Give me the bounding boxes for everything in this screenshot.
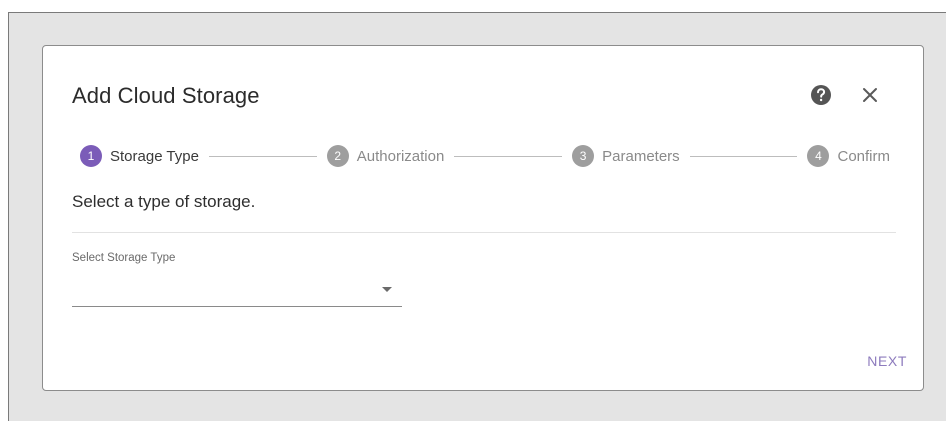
storage-type-select[interactable]	[72, 276, 402, 307]
stepper: 1 Storage Type 2 Authorization 3 Paramet…	[80, 144, 890, 168]
add-cloud-storage-dialog: Add Cloud Storage 1 Storage Type 2 Autho…	[42, 45, 924, 391]
dropdown-arrow-icon	[382, 287, 392, 292]
step-number: 3	[572, 145, 595, 167]
help-icon[interactable]	[810, 84, 832, 106]
step-label: Parameters	[602, 147, 680, 165]
step-label: Confirm	[837, 147, 890, 165]
step-storage-type: 1 Storage Type	[80, 145, 199, 167]
next-button[interactable]: NEXT	[843, 346, 907, 376]
step-label: Authorization	[356, 147, 445, 165]
step-connector	[208, 155, 317, 157]
step-label: Storage Type	[110, 147, 199, 165]
step-parameters: 3 Parameters	[572, 145, 680, 167]
step-connector	[454, 155, 563, 157]
step-number: 1	[80, 145, 102, 167]
dialog-subtitle: Select a type of storage.	[72, 192, 256, 211]
dialog-title: Add Cloud Storage	[72, 83, 260, 108]
step-connector	[689, 155, 798, 157]
step-confirm: 4 Confirm	[807, 145, 890, 167]
step-number: 4	[807, 145, 830, 167]
divider	[72, 232, 896, 233]
step-authorization: 2 Authorization	[326, 145, 445, 167]
close-icon[interactable]	[858, 83, 882, 107]
step-number: 2	[326, 145, 349, 167]
storage-type-label: Select Storage Type	[72, 252, 176, 264]
